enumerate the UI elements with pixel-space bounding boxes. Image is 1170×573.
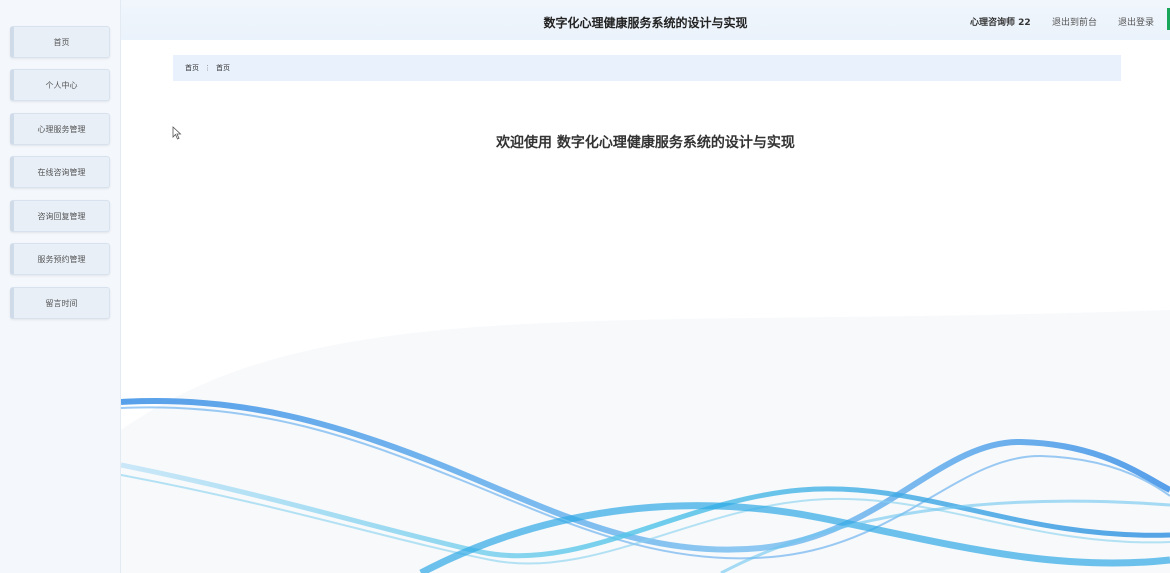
breadcrumb: 首页 ⋮ 首页	[173, 55, 1121, 81]
wave-background	[121, 310, 1170, 573]
sidebar: 首页 个人中心 心理服务管理 在线咨询管理 咨询回复管理 服务预约管理 留言时间	[0, 0, 121, 573]
mouse-pointer-icon	[172, 126, 182, 140]
breadcrumb-home[interactable]: 首页	[185, 63, 199, 73]
exit-to-front-link[interactable]: 退出到前台	[1052, 15, 1097, 28]
sidebar-item-online-consult[interactable]: 在线咨询管理	[10, 156, 110, 188]
logout-link[interactable]: 退出登录	[1118, 15, 1154, 28]
sidebar-item-message[interactable]: 留言时间	[10, 287, 110, 319]
sidebar-item-label: 首页	[53, 37, 70, 47]
sidebar-item-label: 留言时间	[45, 298, 78, 308]
sidebar-item-label: 咨询回复管理	[37, 211, 86, 221]
sidebar-item-appointment[interactable]: 服务预约管理	[10, 243, 110, 275]
sidebar-item-label: 在线咨询管理	[37, 167, 86, 177]
top-header: 数字化心理健康服务系统的设计与实现 心理咨询师 22 退出到前台 退出登录	[121, 0, 1170, 40]
sidebar-item-home[interactable]: 首页	[10, 26, 110, 58]
sidebar-item-label: 心理服务管理	[37, 124, 86, 134]
sidebar-item-psych-service[interactable]: 心理服务管理	[10, 113, 110, 145]
breadcrumb-current: 首页	[216, 64, 230, 72]
welcome-heading: 欢迎使用 数字化心理健康服务系统的设计与实现	[496, 135, 795, 151]
sidebar-item-profile[interactable]: 个人中心	[10, 69, 110, 101]
sidebar-item-consult-reply[interactable]: 咨询回复管理	[10, 200, 110, 232]
current-user-label: 心理咨询师 22	[970, 18, 1031, 28]
sidebar-item-label: 个人中心	[45, 80, 78, 90]
sidebar-item-label: 服务预约管理	[37, 254, 86, 264]
breadcrumb-separator: ⋮	[204, 64, 211, 72]
